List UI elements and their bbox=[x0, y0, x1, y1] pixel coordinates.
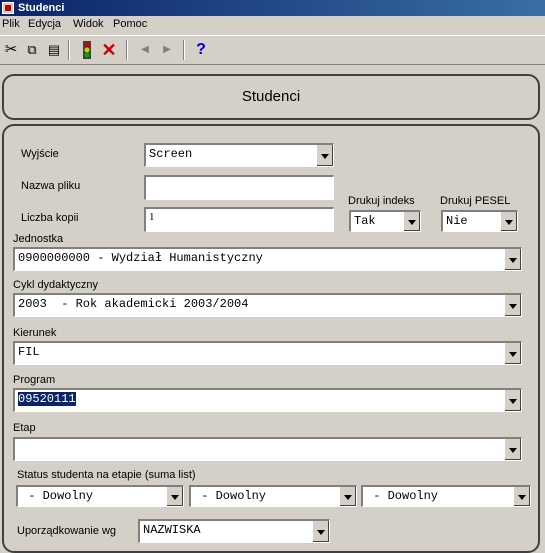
unit-label: Jednostka bbox=[13, 233, 64, 245]
status-value-2: - Dowolny bbox=[194, 489, 267, 503]
delete-x-icon[interactable]: ✕ bbox=[98, 39, 120, 61]
chevron-down-icon[interactable] bbox=[403, 212, 420, 231]
print-pesel-select[interactable]: Nie bbox=[441, 210, 518, 232]
status-select-1[interactable]: - Dowolny bbox=[16, 485, 184, 507]
print-pesel-label: Drukuj PESEL bbox=[440, 195, 511, 207]
title-bar: Studenci bbox=[0, 0, 545, 16]
help-icon[interactable]: ? bbox=[190, 39, 212, 61]
chevron-down-icon[interactable] bbox=[166, 487, 183, 506]
toolbar-separator bbox=[126, 40, 128, 60]
menu-view[interactable]: Widok bbox=[73, 18, 104, 30]
copies-field[interactable]: 1 bbox=[144, 207, 334, 232]
copies-label: Liczba kopii bbox=[21, 212, 79, 224]
direction-select[interactable]: FIL bbox=[13, 341, 522, 365]
menu-help[interactable]: Pomoc bbox=[113, 18, 147, 30]
next-icon[interactable]: ▶ bbox=[156, 39, 178, 61]
toolbar-separator bbox=[68, 40, 70, 60]
unit-select[interactable]: 0900000000 - Wydział Humanistyczny bbox=[13, 247, 522, 271]
previous-icon[interactable]: ◀ bbox=[134, 39, 156, 61]
menu-file[interactable]: Plik bbox=[2, 18, 20, 30]
program-label: Program bbox=[13, 374, 56, 386]
cut-icon[interactable]: ✂ bbox=[0, 39, 22, 61]
order-label: Uporządkowanie wg bbox=[17, 525, 117, 537]
print-index-label: Drukuj indeks bbox=[348, 195, 415, 207]
print-pesel-value: Nie bbox=[446, 214, 468, 228]
toolbar: ✂ ⧉ ▤ ✕ ◀ ▶ ? bbox=[0, 35, 545, 65]
chevron-down-icon[interactable] bbox=[504, 295, 521, 316]
chevron-down-icon[interactable] bbox=[339, 487, 356, 506]
stage-label: Etap bbox=[13, 422, 36, 434]
cycle-label: Cykl dydaktyczny bbox=[13, 279, 98, 291]
app-icon bbox=[2, 2, 14, 14]
chevron-down-icon[interactable] bbox=[504, 390, 521, 411]
status-value-3: - Dowolny bbox=[366, 489, 439, 503]
chevron-down-icon[interactable] bbox=[504, 249, 521, 270]
program-value: 09520111 bbox=[18, 392, 76, 406]
filename-label: Nazwa pliku bbox=[21, 180, 81, 192]
window-title: Studenci bbox=[18, 2, 65, 14]
status-select-2[interactable]: - Dowolny bbox=[189, 485, 357, 507]
output-select[interactable]: Screen bbox=[144, 143, 334, 167]
chevron-down-icon[interactable] bbox=[504, 343, 521, 364]
copy-icon[interactable]: ⧉ bbox=[21, 39, 43, 61]
chevron-down-icon[interactable] bbox=[504, 439, 521, 460]
form-panel: Wyjście Screen Nazwa pliku Drukuj indeks… bbox=[2, 124, 540, 553]
stage-select[interactable] bbox=[13, 437, 522, 461]
cycle-value: 2003 - Rok akademicki 2003/2004 bbox=[18, 297, 249, 311]
chevron-down-icon[interactable] bbox=[312, 521, 329, 542]
cycle-select[interactable]: 2003 - Rok akademicki 2003/2004 bbox=[13, 293, 522, 317]
program-select[interactable]: 09520111 bbox=[13, 388, 522, 412]
copies-value: 1 bbox=[149, 211, 155, 223]
print-index-select[interactable]: Tak bbox=[349, 210, 421, 232]
chevron-down-icon[interactable] bbox=[316, 145, 333, 166]
filename-field[interactable] bbox=[144, 175, 334, 200]
status-select-3[interactable]: - Dowolny bbox=[361, 485, 531, 507]
paste-icon[interactable]: ▤ bbox=[43, 39, 65, 61]
toolbar-separator bbox=[183, 40, 185, 60]
print-index-value: Tak bbox=[354, 214, 376, 228]
order-value: NAZWISKA bbox=[143, 523, 201, 537]
page-title: Studenci bbox=[241, 88, 301, 105]
menu-bar: Plik Edycja Widok Pomoc bbox=[0, 16, 545, 35]
menu-edit[interactable]: Edycja bbox=[28, 18, 61, 30]
chevron-down-icon[interactable] bbox=[513, 487, 530, 506]
status-value-1: - Dowolny bbox=[21, 489, 94, 503]
output-label: Wyjście bbox=[21, 148, 59, 160]
chevron-down-icon[interactable] bbox=[500, 212, 517, 231]
direction-label: Kierunek bbox=[13, 327, 57, 339]
order-select[interactable]: NAZWISKA bbox=[138, 519, 330, 543]
direction-value: FIL bbox=[18, 345, 40, 359]
unit-value: 0900000000 - Wydział Humanistyczny bbox=[18, 251, 263, 265]
status-label: Status studenta na etapie (suma list) bbox=[17, 469, 196, 481]
output-value: Screen bbox=[149, 147, 193, 161]
header-panel: Studenci bbox=[2, 74, 540, 120]
traffic-light-icon[interactable] bbox=[76, 39, 98, 61]
